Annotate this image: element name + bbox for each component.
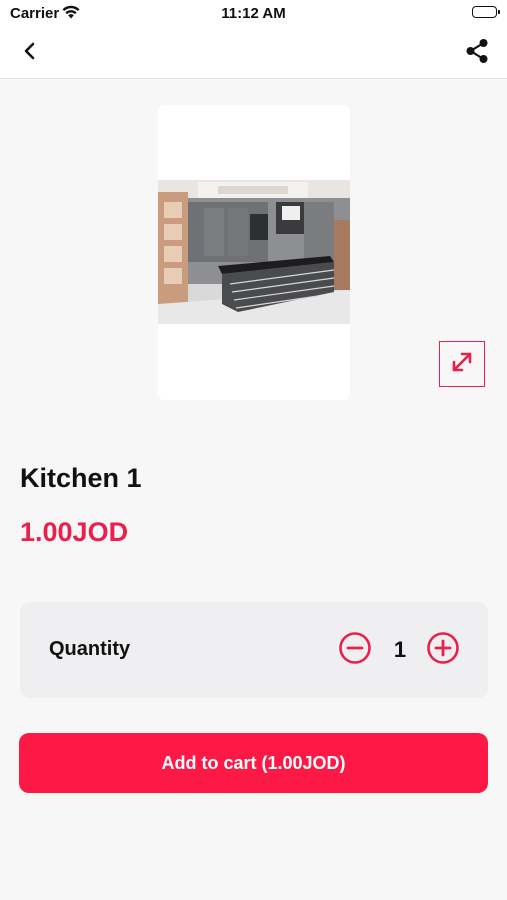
- expand-image-button[interactable]: [439, 341, 485, 387]
- decrease-quantity-button[interactable]: [338, 631, 372, 670]
- plus-circle-icon: [426, 631, 460, 670]
- share-icon: [465, 38, 489, 69]
- battery-icon: [472, 6, 500, 18]
- product-title: Kitchen 1: [20, 463, 142, 493]
- nav-bar: [0, 28, 507, 79]
- quantity-value: 1: [393, 637, 407, 662]
- increase-quantity-button[interactable]: [426, 631, 460, 670]
- minus-circle-icon: [338, 631, 372, 670]
- share-button[interactable]: [461, 37, 493, 69]
- quantity-label: Quantity: [49, 638, 131, 660]
- product-image-card[interactable]: [158, 105, 350, 400]
- back-button[interactable]: [14, 38, 46, 68]
- status-time: 11:12 AM: [221, 5, 286, 22]
- expand-icon: [449, 349, 475, 380]
- add-to-cart-button[interactable]: Add to cart (1.00JOD): [19, 733, 488, 793]
- status-bar: Carrier 11:12 AM: [0, 0, 507, 28]
- product-image: [158, 180, 350, 324]
- quantity-panel: Quantity 1: [20, 602, 488, 698]
- product-price: 1.00JOD: [20, 517, 129, 547]
- chevron-left-icon: [23, 42, 37, 65]
